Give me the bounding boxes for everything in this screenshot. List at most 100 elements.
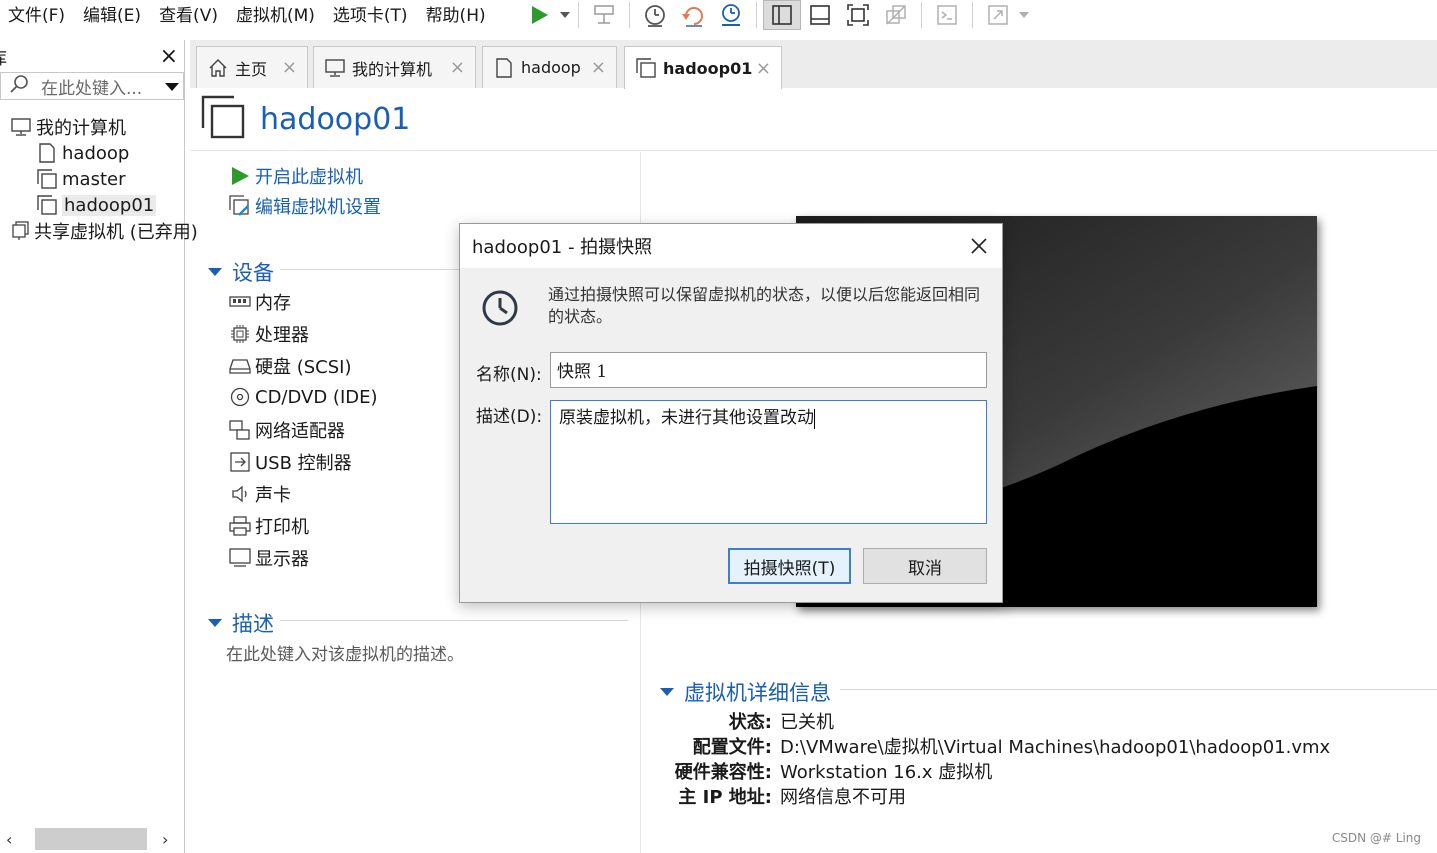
scrollbar-thumb[interactable] xyxy=(35,828,147,850)
chevron-left-icon[interactable]: ‹ xyxy=(6,830,12,849)
dialog-message: 通过拍摄快照可以保留虚拟机的状态，以便以后您能返回相同的状态。 xyxy=(548,285,981,326)
tree-item-master[interactable]: master xyxy=(0,166,184,192)
snapshot-manager-icon[interactable] xyxy=(712,0,750,30)
close-icon[interactable] xyxy=(970,233,988,261)
vm-icon xyxy=(36,142,58,164)
devices-section-toggle[interactable]: 设备 xyxy=(208,257,274,287)
device-label: 声卡 xyxy=(255,485,291,506)
snapshot-take-icon[interactable] xyxy=(636,0,674,30)
library-tree: 我的计算机 hadoop master hadoop01 共享虚拟机 (已弃用) xyxy=(0,114,198,244)
chevron-down-icon[interactable] xyxy=(558,0,572,30)
fullscreen-icon[interactable] xyxy=(839,0,877,30)
network-adapter-icon xyxy=(228,418,252,442)
horizontal-scrollbar[interactable]: ‹ › xyxy=(0,827,185,851)
chevron-down-icon xyxy=(208,268,222,276)
device-cd-dvd[interactable]: CD/DVD (IDE) xyxy=(228,385,378,409)
tab-hadoop01[interactable]: hadoop01 × xyxy=(624,46,782,89)
menu-view[interactable]: 查看(V) xyxy=(151,1,228,26)
usb-icon xyxy=(228,450,252,474)
tab-label: 主页 xyxy=(235,59,268,79)
play-icon[interactable] xyxy=(520,0,558,30)
snapshot-revert-icon[interactable] xyxy=(674,0,712,30)
device-label: 显示器 xyxy=(255,549,309,570)
tab-hadoop[interactable]: hadoop × xyxy=(482,46,617,88)
description-text: 原装虚拟机，未进行其他设置改动 xyxy=(559,408,814,428)
menu-file[interactable]: 文件(F) xyxy=(0,1,75,26)
tab-my-computer[interactable]: 我的计算机 × xyxy=(313,46,476,88)
divider xyxy=(190,150,1437,151)
library-title: 库 xyxy=(0,44,7,69)
chevron-down-icon xyxy=(208,619,222,627)
edit-settings-link[interactable]: 编辑虚拟机设置 xyxy=(228,193,381,219)
name-label: 名称(N): xyxy=(476,365,542,385)
toolbar-divider xyxy=(756,2,757,28)
device-network-adapter[interactable]: 网络适配器 xyxy=(228,417,345,443)
device-memory[interactable]: 内存 xyxy=(228,289,291,315)
tab-home[interactable]: 主页 × xyxy=(196,46,308,88)
vm-details: 状态: 已关机 配置文件: D:\VMware\虚拟机\Virtual Mach… xyxy=(660,708,1330,808)
toolbar xyxy=(520,0,1031,30)
library-view-icon[interactable] xyxy=(763,0,801,30)
divider xyxy=(280,269,460,270)
detail-value: 网络信息不可用 xyxy=(780,786,906,808)
detail-row-hardware: 硬件兼容性: Workstation 16.x 虚拟机 xyxy=(660,758,1330,783)
menu-tabs[interactable]: 选项卡(T) xyxy=(325,1,418,26)
tab-strip: 主页 × 我的计算机 × hadoop × hadoop01 × xyxy=(190,40,1437,89)
tree-item-hadoop01[interactable]: hadoop01 xyxy=(0,192,184,218)
menu-help[interactable]: 帮助(H) xyxy=(418,1,496,26)
cancel-button[interactable]: 取消 xyxy=(863,548,987,584)
device-display[interactable]: 显示器 xyxy=(228,545,309,571)
search-icon xyxy=(9,74,29,99)
snapshot-description-field[interactable]: 原装虚拟机，未进行其他设置改动 xyxy=(550,400,987,524)
device-sound-card[interactable]: 声卡 xyxy=(228,481,291,507)
tree-item-shared-vms[interactable]: 共享虚拟机 (已弃用) xyxy=(0,218,198,244)
device-printer[interactable]: 打印机 xyxy=(228,513,309,539)
device-label: 网络适配器 xyxy=(255,421,345,442)
library-search[interactable]: 在此处键入... xyxy=(0,72,184,100)
stretch-icon[interactable] xyxy=(979,0,1017,30)
close-icon[interactable]: × xyxy=(160,44,178,69)
unity-icon[interactable] xyxy=(877,0,915,30)
tree-item-my-computer[interactable]: 我的计算机 xyxy=(0,114,184,140)
watermark: CSDN @# Ling xyxy=(1331,831,1421,845)
suspend-icon[interactable] xyxy=(585,0,623,30)
toolbar-divider xyxy=(972,2,973,28)
power-on-link[interactable]: 开启此虚拟机 xyxy=(228,163,363,189)
chevron-down-icon[interactable] xyxy=(165,76,179,96)
thumbnail-bar-icon[interactable] xyxy=(801,0,839,30)
vm-large-icon xyxy=(200,94,246,144)
close-icon[interactable]: × xyxy=(282,57,297,78)
close-icon[interactable]: × xyxy=(450,57,465,78)
close-icon[interactable]: × xyxy=(756,58,771,79)
description-section-toggle[interactable]: 描述 xyxy=(208,608,274,638)
snapshot-name-field[interactable]: 快照 1 xyxy=(550,352,987,388)
devices-heading: 设备 xyxy=(232,261,274,285)
search-input[interactable]: 在此处键入... xyxy=(29,74,165,99)
description-heading: 描述 xyxy=(232,612,274,636)
chevron-down-icon[interactable] xyxy=(1017,0,1031,30)
detail-row-config-file: 配置文件: D:\VMware\虚拟机\Virtual Machines\had… xyxy=(660,733,1330,758)
menu-vm[interactable]: 虚拟机(M) xyxy=(228,1,325,26)
tree-item-hadoop[interactable]: hadoop xyxy=(0,140,184,166)
device-usb[interactable]: USB 控制器 xyxy=(228,449,352,475)
take-snapshot-button[interactable]: 拍摄快照(T) xyxy=(728,548,851,584)
detail-key: 硬件兼容性: xyxy=(674,761,772,783)
tree-item-label: 我的计算机 xyxy=(36,118,126,139)
computer-icon xyxy=(10,116,32,138)
device-hard-disk[interactable]: 硬盘 (SCSI) xyxy=(228,353,352,379)
vm-icon xyxy=(36,168,58,190)
memory-icon xyxy=(228,290,252,314)
vm-header: hadoop01 xyxy=(200,94,410,144)
description-input[interactable]: 在此处键入对该虚拟机的描述。 xyxy=(226,640,464,665)
device-processor[interactable]: 处理器 xyxy=(228,321,309,347)
device-label: 硬盘 (SCSI) xyxy=(255,357,352,378)
dialog-info: 通过拍摄快照可以保留虚拟机的状态，以便以后您能返回相同的状态。 xyxy=(480,284,990,328)
console-icon[interactable] xyxy=(928,0,966,30)
close-icon[interactable]: × xyxy=(591,57,606,78)
menu-edit[interactable]: 编辑(E) xyxy=(75,1,151,26)
tree-item-label: 共享虚拟机 (已弃用) xyxy=(34,222,198,243)
toolbar-divider xyxy=(629,2,630,28)
chevron-right-icon[interactable]: › xyxy=(162,830,168,849)
vm-icon xyxy=(36,194,58,216)
details-section-toggle[interactable]: 虚拟机详细信息 xyxy=(660,677,831,707)
